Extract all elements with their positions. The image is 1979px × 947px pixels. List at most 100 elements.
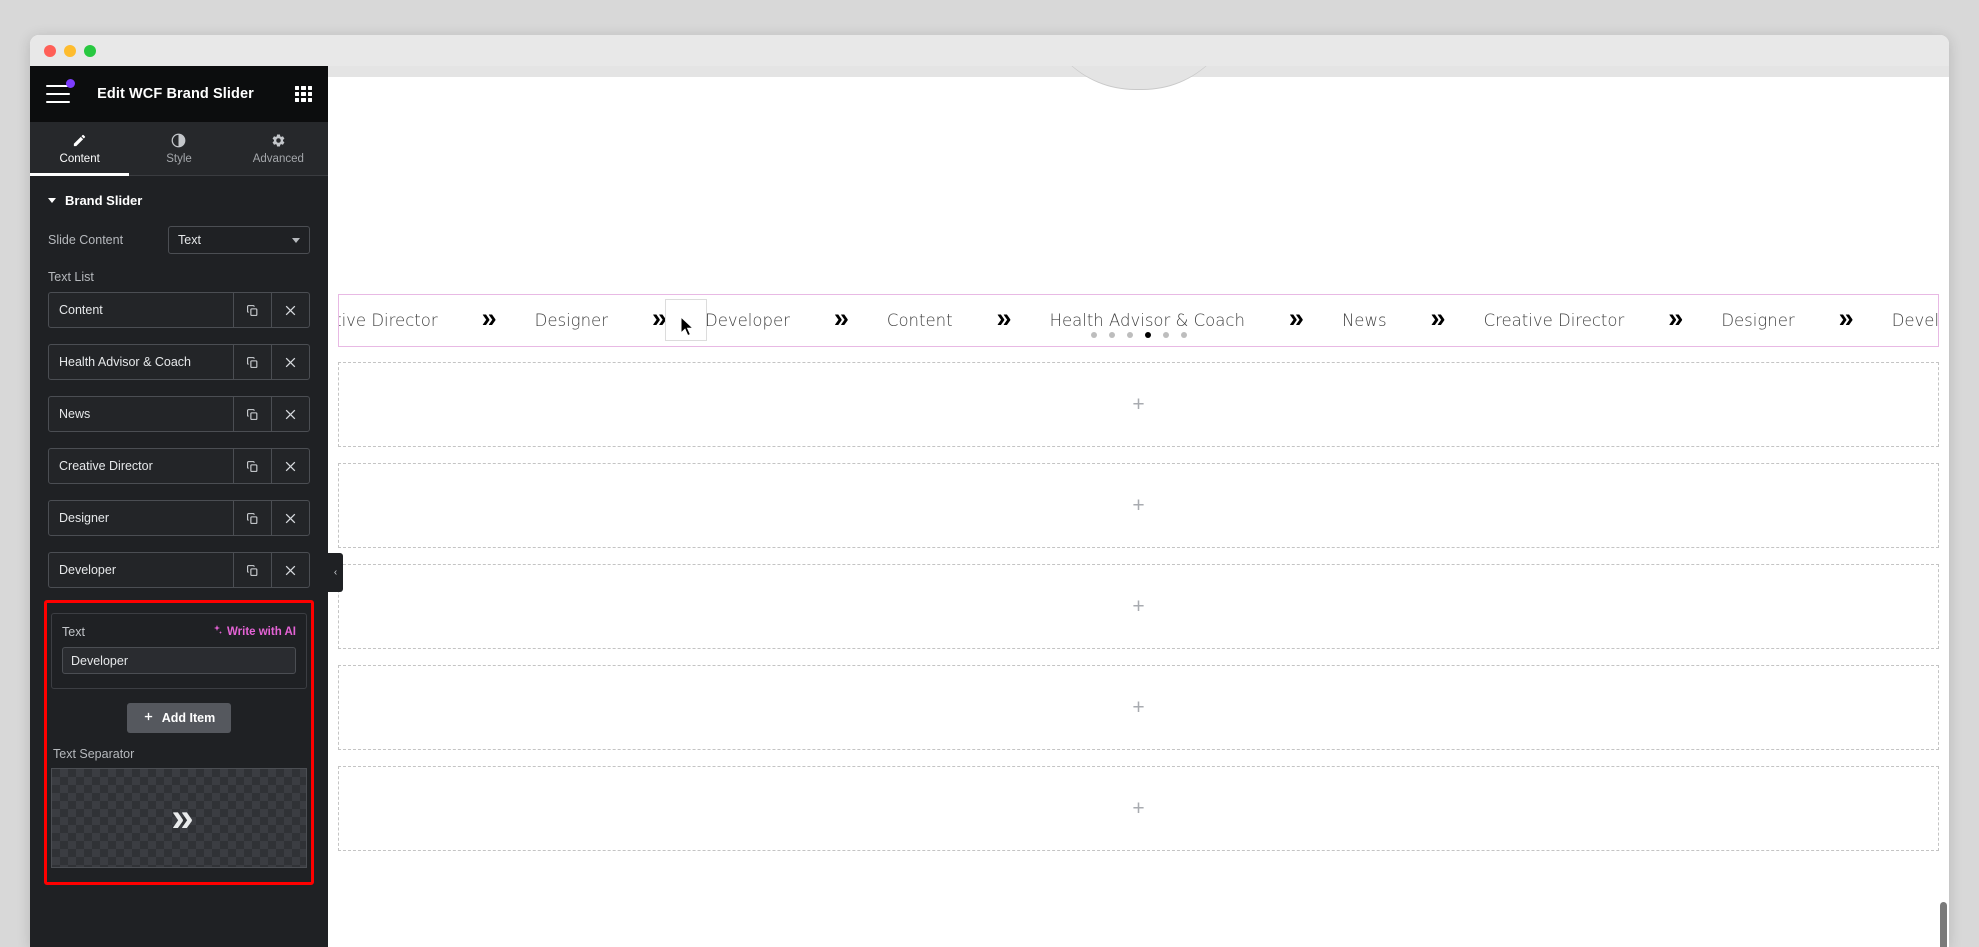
panel-title: Edit WCF Brand Slider bbox=[97, 86, 254, 102]
slide-text: Creative Director bbox=[1483, 311, 1625, 330]
empty-section[interactable]: + bbox=[338, 564, 1939, 649]
write-with-ai-label: Write with AI bbox=[227, 625, 296, 638]
editor-body: Edit WCF Brand Slider Content Style Adva… bbox=[30, 66, 1949, 947]
duplicate-icon[interactable] bbox=[233, 293, 271, 327]
empty-section[interactable]: + bbox=[338, 463, 1939, 548]
chevron-left-icon: ‹ bbox=[333, 567, 338, 578]
pagination-dot[interactable] bbox=[1090, 332, 1097, 338]
close-window-button[interactable] bbox=[44, 44, 56, 57]
empty-section[interactable]: + bbox=[338, 766, 1939, 851]
empty-section[interactable]: + bbox=[338, 362, 1939, 447]
pagination-dot[interactable] bbox=[1108, 332, 1115, 338]
list-item[interactable]: News bbox=[48, 396, 310, 432]
preview-canvas: ‹ ative Director » Designer » Developer … bbox=[328, 66, 1949, 947]
duplicate-icon[interactable] bbox=[233, 501, 271, 535]
canvas-curve-decoration bbox=[1038, 66, 1239, 90]
plus-icon bbox=[143, 711, 154, 725]
tab-style[interactable]: Style bbox=[129, 122, 228, 175]
close-icon[interactable] bbox=[271, 501, 309, 535]
slide-content-select[interactable]: Text bbox=[168, 226, 310, 254]
highlighted-region: Text Write with AI Developer Add Item Te… bbox=[44, 600, 314, 885]
slide-text: Health Advisor & Coach bbox=[1049, 311, 1245, 330]
text-list-repeater: Content Health Advisor & Coach News Crea… bbox=[30, 292, 328, 588]
chevron-down-icon bbox=[48, 198, 56, 203]
slide-content-control: Slide Content Text bbox=[30, 222, 328, 266]
close-icon[interactable] bbox=[271, 293, 309, 327]
slide-content-value: Text bbox=[178, 233, 201, 247]
brand-slider-widget[interactable]: ative Director » Designer » Developer » … bbox=[338, 294, 1939, 347]
panel-content: Brand Slider Slide Content Text Text Lis… bbox=[30, 176, 328, 947]
pagination-dot-active[interactable] bbox=[1144, 332, 1151, 338]
text-field-label: Text bbox=[62, 624, 85, 639]
list-item[interactable]: Health Advisor & Coach bbox=[48, 344, 310, 380]
slide-text: Designer bbox=[1721, 311, 1795, 330]
section-brand-slider[interactable]: Brand Slider bbox=[30, 176, 328, 222]
add-section-icon[interactable]: + bbox=[1132, 798, 1144, 819]
editor-panel: Edit WCF Brand Slider Content Style Adva… bbox=[30, 66, 328, 947]
close-icon[interactable] bbox=[271, 397, 309, 431]
duplicate-icon[interactable] bbox=[233, 397, 271, 431]
chevron-down-icon bbox=[292, 237, 300, 243]
pagination-dot[interactable] bbox=[1126, 332, 1133, 338]
add-section-icon[interactable]: + bbox=[1132, 495, 1144, 516]
tab-content[interactable]: Content bbox=[30, 122, 130, 176]
canvas-sections: + + + + + bbox=[338, 362, 1939, 867]
list-item[interactable]: Creative Director bbox=[48, 448, 310, 484]
maximize-window-button[interactable] bbox=[84, 44, 96, 57]
list-item-title[interactable]: Content bbox=[49, 293, 233, 327]
list-item-title[interactable]: Designer bbox=[49, 501, 233, 535]
list-item-title[interactable]: Developer bbox=[49, 553, 233, 587]
contrast-icon bbox=[171, 132, 186, 148]
pagination-dot[interactable] bbox=[1162, 332, 1169, 338]
pagination-dot[interactable] bbox=[1180, 332, 1187, 338]
grid-apps-icon[interactable] bbox=[295, 85, 312, 103]
tab-content-label: Content bbox=[59, 153, 100, 165]
list-item[interactable]: Developer bbox=[48, 552, 310, 588]
tab-advanced-label: Advanced bbox=[252, 153, 304, 165]
slider-pagination bbox=[339, 332, 1938, 338]
hamburger-menu-icon[interactable] bbox=[46, 79, 75, 103]
write-with-ai-button[interactable]: Write with AI bbox=[211, 624, 296, 639]
duplicate-icon[interactable] bbox=[233, 449, 271, 483]
vertical-scrollbar-thumb[interactable] bbox=[1940, 902, 1947, 947]
text-separator-media-preview[interactable]: » bbox=[51, 768, 307, 868]
list-item-title[interactable]: Creative Director bbox=[49, 449, 233, 483]
text-input[interactable] bbox=[62, 647, 296, 674]
add-section-icon[interactable]: + bbox=[1132, 697, 1144, 718]
panel-collapse-handle[interactable]: ‹ bbox=[328, 553, 343, 592]
text-item-editor: Text Write with AI bbox=[51, 613, 307, 689]
slide-text: Developer bbox=[1891, 311, 1939, 330]
list-item-title[interactable]: Health Advisor & Coach bbox=[49, 345, 233, 379]
tab-advanced[interactable]: Advanced bbox=[229, 122, 328, 175]
add-item-label: Add Item bbox=[161, 711, 216, 725]
close-icon[interactable] bbox=[271, 553, 309, 587]
text-field-header: Text Write with AI bbox=[62, 624, 296, 639]
list-item[interactable]: Designer bbox=[48, 500, 310, 536]
duplicate-icon[interactable] bbox=[233, 345, 271, 379]
add-item-row: Add Item bbox=[47, 689, 311, 737]
list-item-title[interactable]: News bbox=[49, 397, 233, 431]
notification-dot-icon bbox=[66, 79, 75, 88]
close-icon[interactable] bbox=[271, 449, 309, 483]
screen-root: Edit WCF Brand Slider Content Style Adva… bbox=[0, 0, 1979, 947]
add-section-icon[interactable]: + bbox=[1132, 596, 1144, 617]
list-item[interactable]: Content bbox=[48, 292, 310, 328]
hover-highlight-box bbox=[665, 299, 707, 341]
sparkle-icon bbox=[211, 624, 223, 639]
minimize-window-button[interactable] bbox=[64, 44, 76, 57]
empty-section[interactable]: + bbox=[338, 665, 1939, 750]
text-list-label: Text List bbox=[48, 270, 94, 284]
panel-tabs: Content Style Advanced bbox=[30, 122, 328, 176]
slide-text: Designer bbox=[534, 311, 608, 330]
tab-style-label: Style bbox=[166, 153, 192, 165]
close-icon[interactable] bbox=[271, 345, 309, 379]
add-item-button[interactable]: Add Item bbox=[126, 703, 232, 733]
canvas-top-strip bbox=[328, 66, 1949, 90]
duplicate-icon[interactable] bbox=[233, 553, 271, 587]
double-chevron-right-icon: » bbox=[171, 796, 193, 840]
slide-text: Content bbox=[886, 311, 953, 330]
pencil-icon bbox=[72, 132, 87, 148]
slide-text: ative Director bbox=[339, 311, 438, 330]
add-section-icon[interactable]: + bbox=[1132, 394, 1144, 415]
slide-content-label: Slide Content bbox=[48, 233, 124, 247]
